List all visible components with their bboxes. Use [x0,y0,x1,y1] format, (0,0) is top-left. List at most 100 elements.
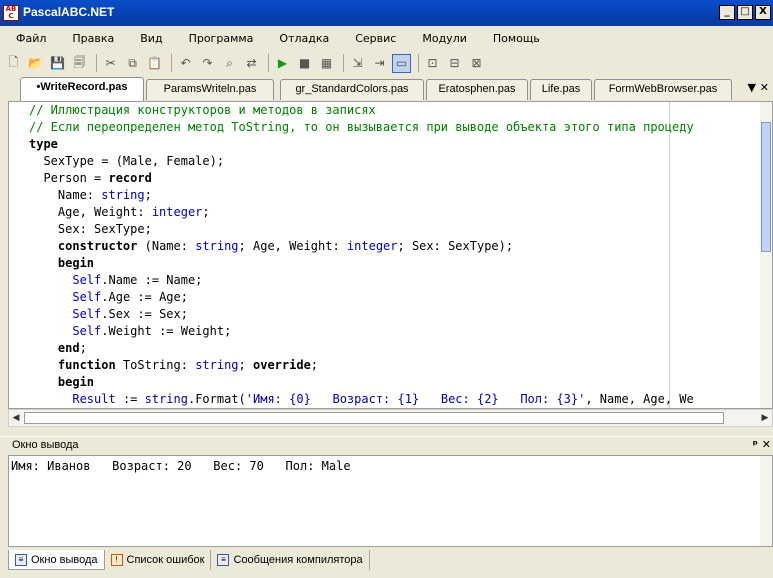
menu-service[interactable]: Сервис [349,32,402,45]
console-icon[interactable]: ▭ [392,53,411,73]
code-token: SexType = (Male, Female); [29,154,225,168]
compile-icon[interactable]: ▦ [317,54,336,73]
scroll-right-arrow-icon[interactable]: ▶ [759,412,771,424]
code-token: string [195,239,239,253]
code-token: string [101,188,145,202]
code-line[interactable]: Self.Weight := Weight; [29,324,769,341]
code-token: ; [238,358,253,372]
maximize-button[interactable]: □ [737,5,753,20]
code-token: 'Имя: {0} Возраст: {1} Вес: {2} Пол: {3}… [245,392,586,406]
code-line[interactable]: SexType = (Male, Female); [29,154,769,171]
stop-icon[interactable]: ■ [295,54,314,73]
debug-step-icon[interactable]: ⇲ [348,54,367,73]
menu-debug[interactable]: Отладка [273,32,335,45]
toolbar-separator [268,54,269,72]
horizontal-scroll-thumb[interactable] [24,412,724,424]
code-line[interactable]: Result := string.Format('Имя: {0} Возрас… [29,392,769,408]
cut-icon[interactable]: ✂ [101,54,120,73]
bottom-panel-tabs: ≡ Окно вывода ! Список ошибок ≡ Сообщени… [8,549,773,571]
close-button[interactable]: X [755,5,771,20]
code-token: .Format( [187,392,246,406]
code-token: ; Sex: SexType); [397,239,514,253]
tab-error-list-label: Список ошибок [126,554,205,566]
tab-writerecord[interactable]: •WriteRecord.pas [20,77,144,101]
toolbar-separator [96,54,97,72]
code-token: // Иллюстрация конструкторов и методов в… [29,103,376,117]
minimize-button[interactable]: _ [719,5,735,20]
code-line[interactable]: // Если переопределен метод ToString, то… [29,120,769,137]
menu-program[interactable]: Программа [183,32,260,45]
open-folder-icon[interactable]: 📂 [26,54,45,73]
redo-icon[interactable]: ↷ [198,54,217,73]
code-line[interactable]: function ToString: string; override; [29,358,769,375]
tab-life[interactable]: Life.pas [530,79,592,100]
debug-next-icon[interactable]: ⇥ [370,54,389,73]
code-line[interactable]: type [29,137,769,154]
code-token: Self [72,307,102,321]
tab-controls[interactable]: ▼ ✕ [747,81,769,94]
output-vertical-scrollbar[interactable] [760,456,772,546]
find-icon[interactable]: ⌕ [220,54,239,73]
menu-file[interactable]: Файл [10,32,52,45]
format-icon[interactable]: ⊟ [445,54,464,73]
replace-icon[interactable]: ⇄ [242,54,261,73]
code-line[interactable]: Name: string; [29,188,769,205]
tab-compiler-messages[interactable]: ≡ Сообщения компилятора [211,550,370,570]
menu-edit[interactable]: Правка [66,32,120,45]
undo-icon[interactable]: ↶ [176,54,195,73]
code-line[interactable]: Self.Age := Age; [29,290,769,307]
code-token: Sex: SexType; [29,222,152,236]
editor-vertical-scrollbar[interactable] [760,102,772,408]
paste-icon[interactable]: 📋 [145,54,164,73]
save-all-icon[interactable]: 🗐 [70,54,89,73]
menu-help[interactable]: Помощь [487,32,546,45]
form-icon[interactable]: ⊡ [423,54,442,73]
code-line[interactable]: begin [29,375,769,392]
code-line[interactable]: end; [29,341,769,358]
menu-modules[interactable]: Модули [416,32,473,45]
tab-error-list[interactable]: ! Список ошибок [105,550,212,570]
code-editor[interactable]: // Иллюстрация конструкторов и методов в… [8,101,773,409]
copy-icon[interactable]: ⧉ [123,54,142,73]
code-line[interactable]: Sex: SexType; [29,222,769,239]
code-line[interactable]: // Иллюстрация конструкторов и методов в… [29,103,769,120]
run-icon[interactable]: ▶ [273,54,292,73]
code-line[interactable]: Age, Weight: integer; [29,205,769,222]
tab-output-window[interactable]: ≡ Окно вывода [8,550,105,570]
code-token: .Name := Name; [101,273,203,287]
code-line[interactable]: begin [29,256,769,273]
title-bar: AB C PascalABC.NET _ □ X [0,0,773,26]
output-window[interactable]: Имя: Иванов Возраст: 20 Вес: 70 Пол: Mal… [8,455,773,547]
code-line[interactable]: Self.Sex := Sex; [29,307,769,324]
save-icon[interactable]: 💾 [48,54,67,73]
tab-formwebbrowser[interactable]: FormWebBrowser.pas [594,79,732,100]
scroll-left-arrow-icon[interactable]: ◀ [10,412,22,424]
app-icon[interactable]: AB C [3,5,19,21]
code-line[interactable]: Person = record [29,171,769,188]
output-text: Имя: Иванов Возраст: 20 Вес: 70 Пол: Mal… [11,459,351,473]
output-panel-controls[interactable]: ᵖ ✕ [753,438,771,451]
editor-horizontal-scrollbar[interactable]: ◀ ▶ [8,409,773,427]
menu-view[interactable]: Вид [134,32,168,45]
code-area[interactable]: // Иллюстрация конструкторов и методов в… [29,103,769,408]
editor-scroll-thumb[interactable] [761,122,771,252]
editor-tabs: •WriteRecord.pas ParamsWriteln.pas gr_St… [0,77,773,101]
code-token: Self [72,273,102,287]
code-line[interactable]: constructor (Name: string; Age, Weight: … [29,239,769,256]
read-icon[interactable]: ⊠ [467,54,486,73]
new-file-icon[interactable]: 🗋 [4,54,23,73]
tab-paramswriteln[interactable]: ParamsWriteln.pas [146,79,274,100]
tab-eratosphen[interactable]: Eratosphen.pas [426,79,528,100]
tab-output-window-label: Окно вывода [31,553,98,566]
code-line[interactable]: Self.Name := Name; [29,273,769,290]
output-window-icon: ≡ [15,553,27,566]
output-panel-header: Окно вывода ᵖ ✕ [0,436,773,454]
tab-gr-standardcolors[interactable]: gr_StandardColors.pas [280,79,424,100]
